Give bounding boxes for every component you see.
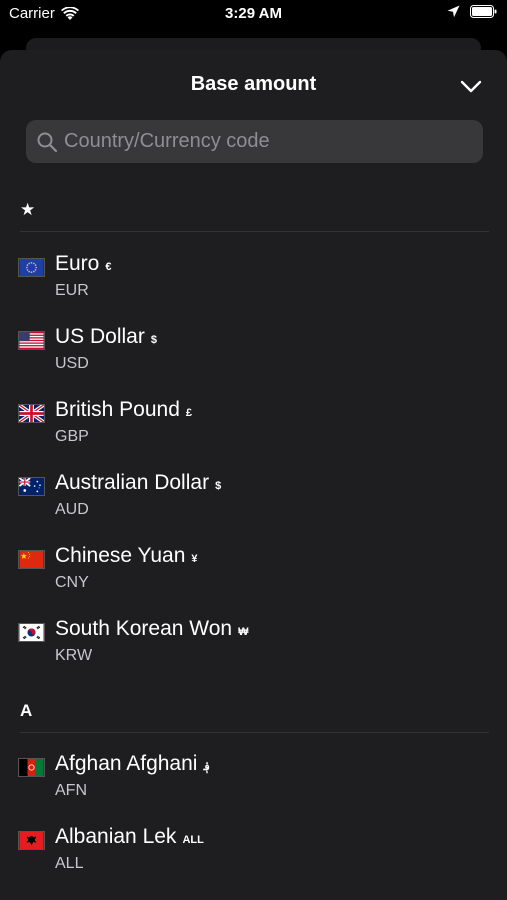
- currency-row-krw[interactable]: South Korean Won ₩ KRW: [18, 615, 488, 685]
- section-header-a: A: [20, 701, 489, 733]
- us-flag-icon: [18, 331, 45, 350]
- currency-symbol: £: [185, 407, 193, 419]
- currency-code: KRW: [55, 647, 93, 664]
- cn-flag-icon: [18, 550, 45, 569]
- status-time: 3:29 AM: [225, 5, 282, 22]
- eu-flag-icon: [18, 258, 45, 277]
- currency-row-afn[interactable]: Afghan Afghani ؋ AFN: [18, 750, 488, 820]
- currency-code: AUD: [55, 501, 89, 518]
- currency-row-cny[interactable]: Chinese Yuan ¥ CNY: [18, 542, 488, 612]
- currency-code: EUR: [55, 282, 89, 299]
- currency-code: ALL: [55, 855, 84, 872]
- currency-name: US Dollar $: [55, 325, 157, 348]
- search-icon: [37, 132, 58, 152]
- currency-symbol: ₩: [238, 626, 249, 638]
- search-input[interactable]: [58, 120, 483, 163]
- currency-name: British Pound £: [55, 398, 193, 421]
- currency-code: GBP: [55, 428, 89, 445]
- currency-code: USD: [55, 355, 89, 372]
- section-header-favorites: ★: [20, 200, 489, 232]
- location-arrow-icon: [447, 5, 460, 18]
- currency-name: Euro €: [55, 252, 112, 275]
- star-icon: ★: [20, 200, 36, 219]
- status-right: [447, 5, 497, 18]
- currency-symbol: $: [150, 334, 157, 346]
- chevron-down-icon[interactable]: [459, 74, 483, 98]
- currency-row-usd[interactable]: US Dollar $ USD: [18, 323, 488, 393]
- battery-icon: [470, 5, 497, 18]
- kr-flag-icon: [18, 623, 45, 642]
- currency-code: CNY: [55, 574, 89, 591]
- status-bar: Carrier 3:29 AM: [0, 0, 507, 30]
- currency-name: Afghan Afghani ؋: [55, 752, 210, 775]
- currency-name: Albanian Lek ALL: [55, 825, 204, 848]
- gb-flag-icon: [18, 404, 45, 423]
- currency-code: AFN: [55, 782, 87, 799]
- currency-row-gbp[interactable]: British Pound £ GBP: [18, 396, 488, 466]
- al-flag-icon: [18, 831, 45, 850]
- af-flag-icon: [18, 758, 45, 777]
- currency-row-aud[interactable]: Australian Dollar $ AUD: [18, 469, 488, 539]
- au-flag-icon: [18, 477, 45, 496]
- currency-symbol: $: [215, 480, 222, 492]
- currency-symbol: ALL: [182, 834, 204, 846]
- currency-row-all[interactable]: Albanian Lek ALL ALL: [18, 823, 488, 893]
- currency-symbol: ¥: [191, 553, 198, 565]
- currency-name: Australian Dollar $: [55, 471, 222, 494]
- sheet-title: Base amount: [190, 73, 317, 95]
- currency-name: Chinese Yuan ¥: [55, 544, 198, 567]
- currency-name: South Korean Won ₩: [55, 617, 249, 640]
- currency-symbol: ؋: [203, 761, 210, 773]
- currency-symbol: €: [105, 261, 112, 273]
- section-letter: A: [20, 701, 33, 720]
- currency-row-eur[interactable]: Euro € EUR: [18, 250, 488, 320]
- search-box[interactable]: [26, 120, 483, 163]
- currency-picker-sheet: Base amount ★ Euro€: [0, 50, 507, 900]
- sheet-header: Base amount: [0, 50, 507, 120]
